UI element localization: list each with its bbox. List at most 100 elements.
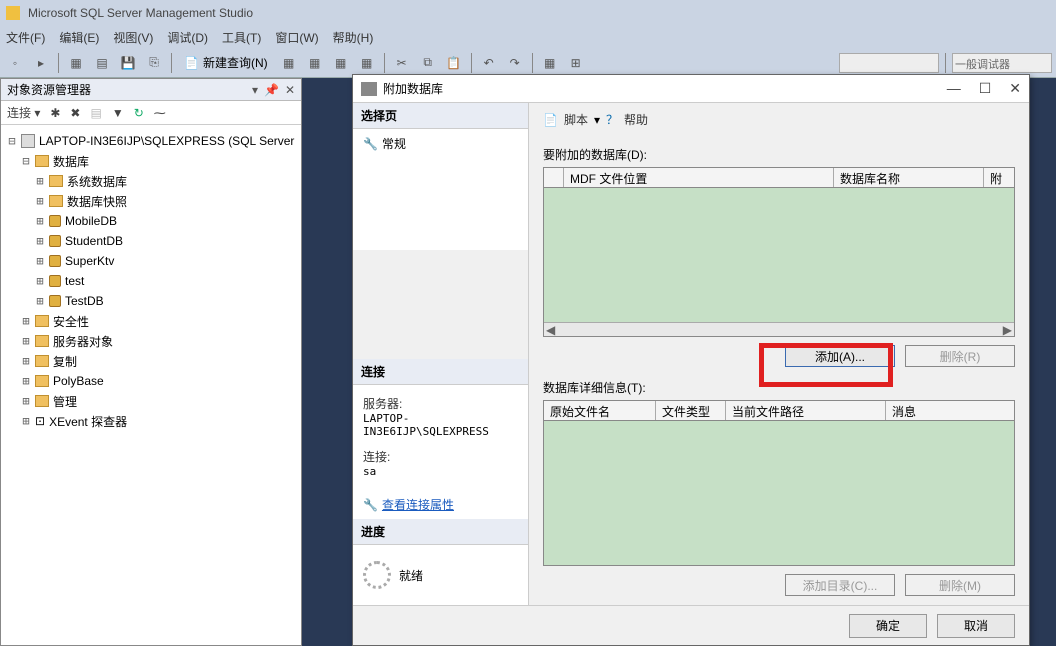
polybase-node[interactable]: ⊞PolyBase [7, 371, 295, 391]
filter2-icon[interactable]: ▼ [112, 106, 124, 120]
menubar: 文件(F) 编辑(E) 视图(V) 调试(D) 工具(T) 窗口(W) 帮助(H… [0, 26, 1056, 48]
pin-icon[interactable]: 📌 [264, 83, 279, 97]
new-project-icon[interactable]: ▦ [65, 52, 87, 74]
q3-icon[interactable]: ▦ [330, 52, 352, 74]
col-dbname[interactable]: 数据库名称 [834, 168, 984, 187]
folder-icon [49, 175, 63, 187]
database-icon [49, 235, 61, 247]
disconnect-icon[interactable]: ✱ [50, 106, 60, 120]
copy-icon[interactable]: ⧉ [417, 52, 439, 74]
paste-icon[interactable]: 📋 [443, 52, 465, 74]
app-titlebar: Microsoft SQL Server Management Studio [0, 0, 1056, 26]
save-icon[interactable]: 💾 [117, 52, 139, 74]
undo-icon[interactable]: ↶ [478, 52, 500, 74]
database-details-grid[interactable]: 原始文件名 文件类型 当前文件路径 消息 [543, 400, 1015, 566]
add-catalog-button: 添加目录(C)... [785, 574, 895, 596]
activity-icon[interactable]: ⁓ [154, 106, 166, 120]
redo-icon[interactable]: ↷ [504, 52, 526, 74]
attach-database-dialog: 附加数据库 — ☐ ✕ 选择页 🔧常规 连接 服务器: LAPTOP-IN3E6… [352, 74, 1030, 646]
folder-icon [35, 395, 49, 407]
col-type[interactable]: 文件类型 [656, 401, 726, 420]
col-orig[interactable]: 原始文件名 [544, 401, 656, 420]
app-title: Microsoft SQL Server Management Studio [28, 6, 253, 20]
database-icon [49, 295, 61, 307]
connection-info: 服务器: LAPTOP-IN3E6IJP\SQLEXPRESS 连接: sa 🔧… [353, 385, 528, 519]
object-tree[interactable]: ⊟LAPTOP-IN3E6IJP\SQLEXPRESS (SQL Server … [1, 125, 301, 645]
security-node[interactable]: ⊞安全性 [7, 311, 295, 331]
menu-file[interactable]: 文件(F) [6, 29, 45, 46]
db-studentdb[interactable]: ⊞StudentDB [7, 231, 295, 251]
db-testdb[interactable]: ⊞TestDB [7, 291, 295, 311]
sysdb-node[interactable]: ⊞系统数据库 [7, 171, 295, 191]
cut-icon[interactable]: ✂ [391, 52, 413, 74]
databases-to-attach-grid[interactable]: MDF 文件位置 数据库名称 附 ◀▶ [543, 167, 1015, 337]
close-icon[interactable]: ✕ [1009, 80, 1021, 97]
filter-icon[interactable]: ▤ [90, 106, 101, 120]
col-mdf[interactable]: MDF 文件位置 [564, 168, 834, 187]
add-button[interactable]: 添加(A)... [785, 345, 895, 367]
nav-fwd-icon[interactable]: ▸ [30, 52, 52, 74]
col-path[interactable]: 当前文件路径 [726, 401, 886, 420]
progress-header: 进度 [353, 519, 528, 545]
open-icon[interactable]: ▤ [91, 52, 113, 74]
serverobj-node[interactable]: ⊞服务器对象 [7, 331, 295, 351]
db-combo[interactable] [839, 53, 939, 73]
dropdown-icon[interactable]: ▾ [594, 113, 600, 127]
new-query-button[interactable]: 📄 新建查询(N) [178, 54, 274, 71]
wrench-icon: 🔧 [363, 137, 378, 151]
object-explorer-title: 对象资源管理器 ▾ 📌 ✕ [1, 79, 301, 101]
col-msg[interactable]: 消息 [886, 401, 1014, 420]
menu-debug[interactable]: 调试(D) [167, 29, 208, 46]
progress-status: 就绪 [353, 545, 528, 605]
grid-scrollbar[interactable]: ◀▶ [544, 322, 1014, 336]
dialog-titlebar[interactable]: 附加数据库 — ☐ ✕ [353, 75, 1029, 103]
saveall-icon[interactable]: ⎘ [143, 52, 165, 74]
page-general[interactable]: 🔧常规 [353, 129, 528, 250]
menu-tools[interactable]: 工具(T) [222, 29, 261, 46]
minimize-icon[interactable]: — [947, 80, 961, 97]
q4-icon[interactable]: ▦ [356, 52, 378, 74]
q1-icon[interactable]: ▦ [278, 52, 300, 74]
wrench-icon: 🔧 [363, 498, 378, 512]
databases-node[interactable]: ⊟数据库 [7, 151, 295, 171]
dialog-icon [361, 82, 377, 96]
nav-back-icon[interactable]: ◦ [4, 52, 26, 74]
menu-help[interactable]: 帮助(H) [333, 29, 374, 46]
folder-icon [49, 195, 63, 207]
folder-icon [35, 355, 49, 367]
stop-icon[interactable]: ✖ [70, 106, 80, 120]
grid-icon[interactable]: ⊞ [565, 52, 587, 74]
menu-edit[interactable]: 编辑(E) [59, 29, 99, 46]
col-att[interactable]: 附 [984, 168, 1014, 187]
mgmt-node[interactable]: ⊞管理 [7, 391, 295, 411]
folder-icon [35, 315, 49, 327]
remove-button: 删除(R) [905, 345, 1015, 367]
menu-view[interactable]: 视图(V) [113, 29, 153, 46]
menu-window[interactable]: 窗口(W) [275, 29, 318, 46]
db-test[interactable]: ⊞test [7, 271, 295, 291]
script-button[interactable]: 脚本 [564, 111, 588, 128]
db-superktv[interactable]: ⊞SuperKtv [7, 251, 295, 271]
connection-header: 连接 [353, 359, 528, 385]
xevent-node[interactable]: ⊞⊡XEvent 探查器 [7, 411, 295, 431]
refresh-icon[interactable]: ↻ [134, 106, 144, 120]
ok-button[interactable]: 确定 [849, 614, 927, 638]
replication-node[interactable]: ⊞复制 [7, 351, 295, 371]
maximize-icon[interactable]: ☐ [979, 80, 992, 97]
database-icon [49, 215, 61, 227]
view-conn-props-link[interactable]: 查看连接属性 [382, 496, 454, 513]
help-button[interactable]: 帮助 [624, 111, 648, 128]
debugger-combo[interactable]: 一般调试器 [952, 53, 1052, 73]
exec-icon[interactable]: ▦ [539, 52, 561, 74]
server-node[interactable]: ⊟LAPTOP-IN3E6IJP\SQLEXPRESS (SQL Server [7, 131, 295, 151]
db-mobiledb[interactable]: ⊞MobileDB [7, 211, 295, 231]
snapshot-node[interactable]: ⊞数据库快照 [7, 191, 295, 211]
connect-button[interactable]: 连接 ▾ [7, 104, 40, 121]
dropdown-icon[interactable]: ▾ [252, 83, 258, 97]
cancel-button[interactable]: 取消 [937, 614, 1015, 638]
close-panel-icon[interactable]: ✕ [285, 83, 295, 97]
q2-icon[interactable]: ▦ [304, 52, 326, 74]
xevent-icon: ⊡ [35, 414, 45, 428]
progress-spinner-icon [363, 561, 391, 589]
database-icon [49, 275, 61, 287]
